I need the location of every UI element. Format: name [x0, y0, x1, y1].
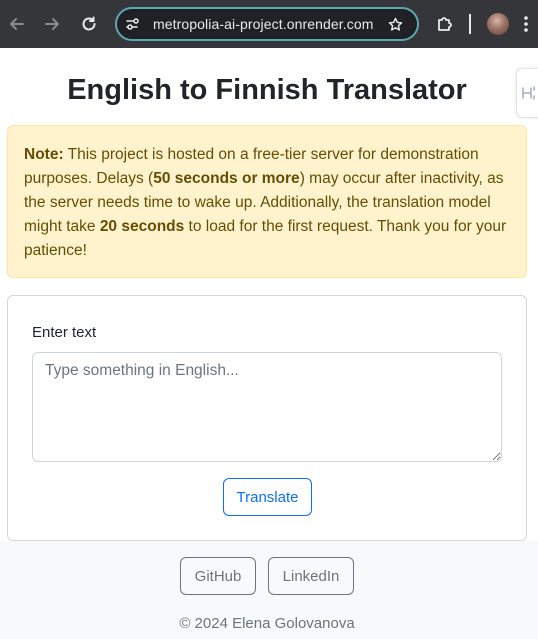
- extensions-button[interactable]: [431, 10, 459, 38]
- kebab-menu-icon: [524, 16, 528, 32]
- github-link-button[interactable]: GitHub: [180, 557, 256, 595]
- address-bar[interactable]: metropolia-ai-project.onrender.com: [115, 7, 419, 41]
- reload-button[interactable]: [75, 10, 103, 38]
- back-button[interactable]: [3, 10, 31, 38]
- side-panel-toggle[interactable]: [516, 68, 538, 118]
- input-label: Enter text: [32, 324, 97, 341]
- profile-avatar[interactable]: [487, 13, 509, 35]
- page-content: English to Finnish Translator Note: This…: [0, 48, 538, 639]
- toolbar-separator: [469, 14, 471, 34]
- copyright-text: © 2024 Elena Golovanova: [179, 615, 355, 632]
- side-panel-icon: [522, 86, 535, 100]
- browser-toolbar: metropolia-ai-project.onrender.com: [0, 0, 538, 48]
- site-settings-icon: [126, 18, 139, 30]
- english-text-input[interactable]: [32, 352, 502, 462]
- notice-load-highlight: 20 seconds: [99, 218, 185, 235]
- linkedin-link-button[interactable]: LinkedIn: [268, 557, 354, 595]
- page-title: English to Finnish Translator: [67, 74, 467, 106]
- arrow-right-icon: [45, 18, 59, 30]
- bookmark-star-icon[interactable]: [387, 16, 404, 33]
- notice-label: Note:: [24, 146, 64, 163]
- translate-form-card: Enter text Translate: [7, 295, 527, 541]
- forward-button[interactable]: [38, 10, 66, 38]
- translate-button[interactable]: Translate: [223, 478, 312, 516]
- puzzle-icon: [438, 17, 452, 31]
- browser-menu-button[interactable]: [512, 10, 538, 38]
- reload-icon: [82, 16, 96, 31]
- server-notice-alert: Note: This project is hosted on a free-t…: [7, 125, 527, 278]
- footer: GitHub LinkedIn © 2024 Elena Golovanova: [0, 541, 538, 639]
- arrow-left-icon: [10, 18, 24, 30]
- notice-delay-highlight: 50 seconds or more: [153, 170, 300, 187]
- url-text: metropolia-ai-project.onrender.com: [153, 16, 374, 32]
